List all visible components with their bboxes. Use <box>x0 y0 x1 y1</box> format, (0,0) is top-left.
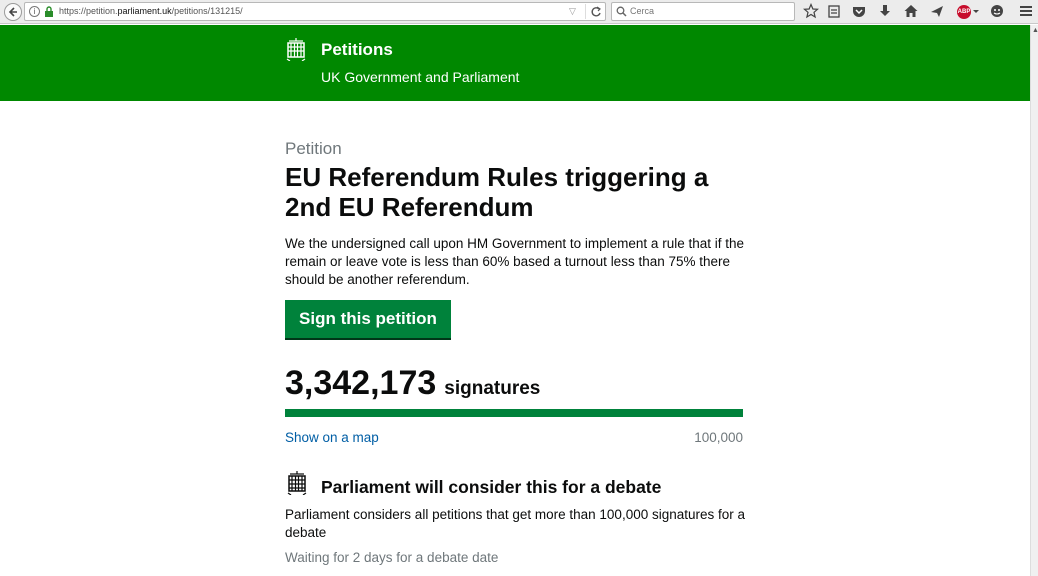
show-on-map-link[interactable]: Show on a map <box>285 430 379 445</box>
search-icon <box>616 6 627 17</box>
signature-count-number: 3,342,173 <box>285 364 437 402</box>
signature-progress-bar <box>285 409 743 417</box>
url-text[interactable]: https://petition.parliament.uk/petitions… <box>59 6 243 16</box>
site-subtitle: UK Government and Parliament <box>321 69 520 85</box>
search-box[interactable]: Cerca <box>611 2 795 21</box>
browser-toolbar: i https://petition.parliament.uk/petitio… <box>0 0 1038 24</box>
sign-petition-button[interactable]: Sign this petition <box>285 300 451 338</box>
chat-button[interactable] <box>989 3 1007 21</box>
smiley-icon <box>991 5 1003 17</box>
site-header: Petitions UK Government and Parliament <box>0 25 1030 101</box>
home-button[interactable] <box>903 3 921 21</box>
portcullis-icon <box>286 38 306 61</box>
petition-title: EU Referendum Rules triggering a 2nd EU … <box>285 162 709 222</box>
download-arrow-icon <box>880 5 890 16</box>
adblock-dropdown-icon[interactable] <box>972 3 980 21</box>
bookmark-star-button[interactable] <box>803 3 821 21</box>
search-placeholder: Cerca <box>630 6 655 16</box>
adblock-icon[interactable]: ABP <box>957 5 971 19</box>
scroll-up-icon[interactable]: ▲ <box>1032 27 1038 34</box>
signature-count-label: signatures <box>444 378 541 399</box>
signature-count: 3,342,173 signatures <box>285 364 540 403</box>
back-button[interactable] <box>4 3 22 21</box>
menu-button[interactable] <box>1019 3 1037 21</box>
lock-icon <box>45 6 53 17</box>
pocket-icon <box>853 7 865 17</box>
star-icon <box>803 3 819 19</box>
info-icon[interactable]: i <box>29 6 40 17</box>
petition-kicker: Petition <box>285 139 342 158</box>
petition-summary: We the undersigned call upon HM Governme… <box>285 236 744 287</box>
pocket-button[interactable] <box>851 3 869 21</box>
signature-progress-fill <box>285 409 743 417</box>
hamburger-menu-icon <box>1020 6 1032 16</box>
reading-list-button[interactable] <box>826 3 844 21</box>
reload-icon <box>591 6 601 17</box>
reload-button[interactable] <box>585 4 606 19</box>
send-arrow-icon <box>931 6 943 17</box>
home-icon <box>904 5 918 17</box>
scrollbar[interactable]: ▲ <box>1030 25 1038 576</box>
back-arrow-icon <box>8 7 17 17</box>
signature-threshold: 100,000 <box>694 430 743 445</box>
debate-heading: Parliament will consider this for a deba… <box>321 477 662 497</box>
debate-description: Parliament considers all petitions that … <box>285 507 746 540</box>
site-title-link[interactable]: Petitions <box>321 40 393 60</box>
debate-status: Waiting for 2 days for a debate date <box>285 550 499 565</box>
share-button[interactable] <box>929 3 947 21</box>
address-bar[interactable]: i https://petition.parliament.uk/petitio… <box>24 2 606 21</box>
url-dropdown-icon[interactable]: ▽ <box>569 6 576 17</box>
downloads-button[interactable] <box>877 3 895 21</box>
portcullis-icon <box>287 471 307 495</box>
clipboard-icon <box>828 5 840 18</box>
